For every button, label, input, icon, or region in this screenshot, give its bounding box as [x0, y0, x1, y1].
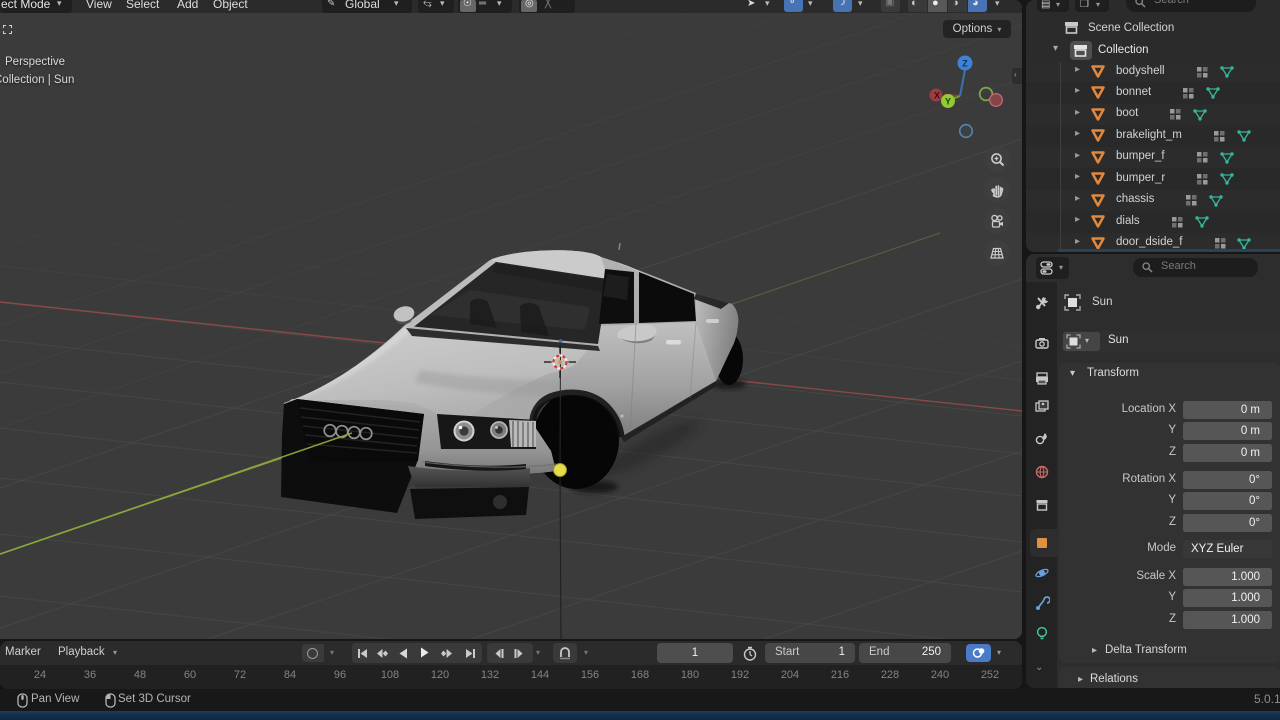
svg-text:Z: Z — [962, 59, 968, 69]
svg-text:X: X — [934, 91, 940, 101]
svg-text:Y: Y — [945, 97, 951, 107]
